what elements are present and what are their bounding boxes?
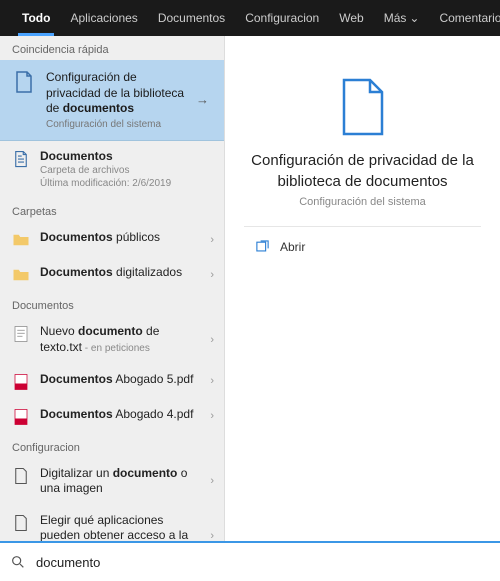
folder-title: Documentos públicos xyxy=(40,230,200,246)
preview-title: Configuración de privacidad de la biblio… xyxy=(225,150,500,192)
preview-subtitle: Configuración del sistema xyxy=(299,196,426,208)
pdf-file-icon xyxy=(12,373,30,391)
open-action[interactable]: Abrir xyxy=(255,239,305,254)
top-bar: Todo Aplicaciones Documentos Configuraci… xyxy=(0,0,500,36)
tab-todo[interactable]: Todo xyxy=(12,0,60,36)
arrow-right-icon[interactable]: → xyxy=(196,92,214,107)
chevron-right-icon: › xyxy=(210,375,214,387)
document-result[interactable]: Documentos Abogado 4.pdf › xyxy=(0,399,224,434)
divider xyxy=(244,226,481,227)
open-icon xyxy=(255,239,270,254)
search-bar[interactable] xyxy=(0,541,500,581)
result-modified: Última modificación: 2/6/2019 xyxy=(40,177,214,190)
document-result[interactable]: Documentos Abogado 5.pdf › xyxy=(0,364,224,399)
txt-file-icon xyxy=(12,325,30,343)
best-match-subtitle: Configuración del sistema xyxy=(46,119,186,130)
preview-panel: Configuración de privacidad de la biblio… xyxy=(225,36,500,541)
tab-mas[interactable]: Más ⌄ xyxy=(374,0,430,36)
chevron-right-icon: › xyxy=(210,475,214,487)
filter-tabs: Todo Aplicaciones Documentos Configuraci… xyxy=(12,0,429,36)
settings-page-icon xyxy=(12,514,30,532)
settings-result[interactable]: Digitalizar un documento o una imagen › xyxy=(0,458,224,505)
feedback-link[interactable]: Comentarios xyxy=(429,11,500,25)
open-label: Abrir xyxy=(280,240,305,254)
search-input[interactable] xyxy=(36,555,490,570)
document-result[interactable]: Nuevo documento de texto.txt - en petici… xyxy=(0,316,224,363)
section-documents: Documentos xyxy=(0,292,224,316)
section-configuracion: Configuracion xyxy=(0,434,224,458)
settings-result[interactable]: Elegir qué aplicaciones pueden obtener a… xyxy=(0,505,224,541)
chevron-right-icon: › xyxy=(210,234,214,246)
best-match-result[interactable]: Configuración de privacidad de la biblio… xyxy=(0,60,224,141)
settings-document-icon xyxy=(12,70,36,94)
results-panel: Coincidencia rápida Configuración de pri… xyxy=(0,36,225,541)
settings-title: Digitalizar un documento o una imagen xyxy=(40,466,200,497)
folder-result[interactable]: Documentos digitalizados › xyxy=(0,257,224,292)
chevron-right-icon: › xyxy=(210,530,214,541)
folder-title: Documentos digitalizados xyxy=(40,265,200,281)
search-icon xyxy=(10,554,26,570)
chevron-down-icon: ⌄ xyxy=(409,11,419,25)
chevron-right-icon: › xyxy=(210,410,214,422)
best-match-title: Configuración de privacidad de la biblio… xyxy=(46,70,186,117)
folder-icon xyxy=(12,266,30,284)
pdf-file-icon xyxy=(12,408,30,426)
section-quick-match: Coincidencia rápida xyxy=(0,36,224,60)
result-title: Documentos xyxy=(40,149,214,165)
folder-result[interactable]: Documentos públicos › xyxy=(0,222,224,257)
folder-icon xyxy=(12,231,30,249)
result-subtitle: Carpeta de archivos xyxy=(40,164,214,177)
chevron-right-icon: › xyxy=(210,334,214,346)
section-folders: Carpetas xyxy=(0,198,224,222)
document-title: Nuevo documento de texto.txt - en petici… xyxy=(40,324,200,355)
tab-aplicaciones[interactable]: Aplicaciones xyxy=(60,0,147,36)
result-documents-folder[interactable]: Documentos Carpeta de archivos Última mo… xyxy=(0,141,224,199)
chevron-right-icon: › xyxy=(210,269,214,281)
tab-mas-label: Más xyxy=(384,11,407,25)
tab-documentos[interactable]: Documentos xyxy=(148,0,235,36)
document-icon xyxy=(12,150,30,168)
document-large-icon xyxy=(340,78,386,136)
settings-title: Elegir qué aplicaciones pueden obtener a… xyxy=(40,513,200,541)
tab-web[interactable]: Web xyxy=(329,0,373,36)
tab-configuracion[interactable]: Configuracion xyxy=(235,0,329,36)
document-title: Documentos Abogado 4.pdf xyxy=(40,407,200,423)
settings-page-icon xyxy=(12,467,30,485)
document-title: Documentos Abogado 5.pdf xyxy=(40,372,200,388)
